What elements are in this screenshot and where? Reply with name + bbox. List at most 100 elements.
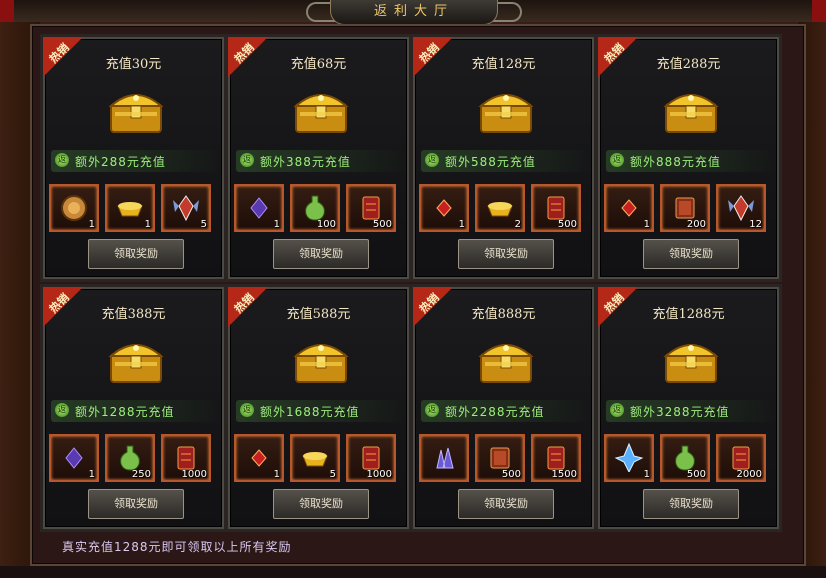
red-scroll-icon (362, 196, 380, 220)
treasure-chest-icon (290, 84, 352, 134)
gold-ingot-icon (487, 202, 513, 217)
bonus-text: 额外3288元充值 (630, 405, 730, 419)
bonus-text: 额外588元充值 (445, 155, 536, 169)
reward-card: 热销 充值288元 返 额外888元充值 1 200 12 领取奖励 (598, 37, 779, 279)
reward-item-slot[interactable] (419, 434, 469, 482)
reward-card: 热销 充值388元 返 额外1288元充值 1 250 1000 领取奖励 (43, 287, 224, 529)
reward-item-slot[interactable]: 2000 (716, 434, 766, 482)
green-potion-icon (675, 445, 695, 471)
item-count: 1 (88, 469, 95, 480)
title-tab: 返利大厅 (330, 0, 498, 25)
bonus-badge-icon: 返 (425, 153, 439, 167)
item-count: 1 (144, 219, 151, 230)
purple-gem-icon (65, 447, 83, 469)
item-count: 500 (372, 219, 392, 230)
footer-note: 真实充值1288元即可领取以上所有奖励 (62, 540, 292, 554)
claim-reward-button[interactable]: 领取奖励 (273, 489, 369, 519)
item-count: 1 (643, 469, 650, 480)
reward-item-slot[interactable]: 1 (234, 184, 284, 232)
reward-item-slot[interactable]: 12 (716, 184, 766, 232)
item-count: 500 (501, 469, 521, 480)
bonus-badge-icon: 返 (240, 403, 254, 417)
bonus-text: 额外1688元充值 (260, 405, 360, 419)
treasure-chest-icon (660, 84, 722, 134)
red-scroll-icon (177, 446, 195, 470)
bonus-badge-icon: 返 (610, 153, 624, 167)
item-count: 1000 (366, 469, 392, 480)
red-scroll-icon (547, 196, 565, 220)
treasure-chest-icon (475, 84, 537, 134)
bonus-bar: 返 额外588元充值 (421, 150, 586, 172)
reward-item-slot[interactable]: 250 (105, 434, 155, 482)
reward-item-slot[interactable]: 1000 (346, 434, 396, 482)
bonus-bar: 返 额外2288元充值 (421, 400, 586, 422)
reward-card: 热销 充值588元 返 额外1688元充值 1 5 1000 领取奖励 (228, 287, 409, 529)
bonus-badge-icon: 返 (55, 153, 69, 167)
reward-item-slot[interactable]: 2 (475, 184, 525, 232)
item-count: 1 (273, 219, 280, 230)
reward-item-slot[interactable]: 1 (419, 184, 469, 232)
reward-item-slot[interactable]: 500 (475, 434, 525, 482)
bonus-badge-icon: 返 (240, 153, 254, 167)
reward-card: 热销 充值128元 返 额外588元充值 1 2 500 领取奖励 (413, 37, 594, 279)
bonus-bar: 返 额外1688元充值 (236, 400, 401, 422)
right-corner-accent (812, 0, 826, 22)
charge-amount: 充值388元 (101, 307, 166, 322)
claim-reward-button[interactable]: 领取奖励 (458, 239, 554, 269)
reward-item-slot[interactable]: 200 (660, 184, 710, 232)
treasure-chest-icon (105, 84, 167, 134)
treasure-chest-icon (290, 334, 352, 384)
green-potion-icon (120, 445, 140, 471)
bonus-text: 额外2288元充值 (445, 405, 545, 419)
winged-emblem-icon (728, 195, 754, 222)
item-count: 1 (458, 219, 465, 230)
reward-item-slot[interactable]: 500 (531, 184, 581, 232)
claim-reward-button[interactable]: 领取奖励 (88, 489, 184, 519)
book-icon (490, 447, 510, 469)
bonus-bar: 返 额外1288元充值 (51, 400, 216, 422)
reward-item-slot[interactable]: 1 (49, 184, 99, 232)
reward-item-slot[interactable]: 1 (49, 434, 99, 482)
treasure-chest-icon (105, 334, 167, 384)
charge-amount: 充值1288元 (652, 307, 725, 322)
reward-item-slot[interactable]: 100 (290, 184, 340, 232)
charge-amount: 充值68元 (290, 57, 347, 72)
claim-reward-button[interactable]: 领取奖励 (458, 489, 554, 519)
item-count: 100 (316, 219, 336, 230)
item-count: 2000 (736, 469, 762, 480)
charge-amount: 充值888元 (471, 307, 536, 322)
reward-item-slot[interactable]: 1500 (531, 434, 581, 482)
purple-gem-icon (250, 197, 268, 219)
red-gem-icon (436, 199, 452, 217)
item-count: 1 (273, 469, 280, 480)
item-count: 5 (329, 469, 336, 480)
reward-item-slot[interactable]: 500 (660, 434, 710, 482)
reward-item-slot[interactable]: 5 (290, 434, 340, 482)
red-gem-icon (621, 199, 637, 217)
reward-item-slot[interactable]: 5 (161, 184, 211, 232)
bottom-strip (0, 566, 826, 578)
gold-ingot-icon (117, 202, 143, 217)
item-count: 500 (557, 219, 577, 230)
bonus-text: 额外888元充值 (630, 155, 721, 169)
reward-item-slot[interactable]: 1 (105, 184, 155, 232)
winged-emblem-icon (173, 195, 199, 222)
reward-card: 热销 充值68元 返 额外388元充值 1 100 500 领取奖励 (228, 37, 409, 279)
item-count: 2 (514, 219, 521, 230)
claim-reward-button[interactable]: 领取奖励 (273, 239, 369, 269)
left-corner-accent (0, 0, 14, 22)
claim-reward-button[interactable]: 领取奖励 (643, 239, 739, 269)
reward-item-slot[interactable]: 1 (604, 434, 654, 482)
bonus-bar: 返 额外888元充值 (606, 150, 771, 172)
red-gem-icon (251, 449, 267, 467)
item-count: 500 (686, 469, 706, 480)
red-scroll-icon (732, 446, 750, 470)
coin-icon (61, 195, 87, 221)
reward-item-slot[interactable]: 500 (346, 184, 396, 232)
claim-reward-button[interactable]: 领取奖励 (643, 489, 739, 519)
claim-reward-button[interactable]: 领取奖励 (88, 239, 184, 269)
reward-item-slot[interactable]: 1000 (161, 434, 211, 482)
reward-item-slot[interactable]: 1 (234, 434, 284, 482)
bonus-text: 额外1288元充值 (75, 405, 175, 419)
reward-item-slot[interactable]: 1 (604, 184, 654, 232)
